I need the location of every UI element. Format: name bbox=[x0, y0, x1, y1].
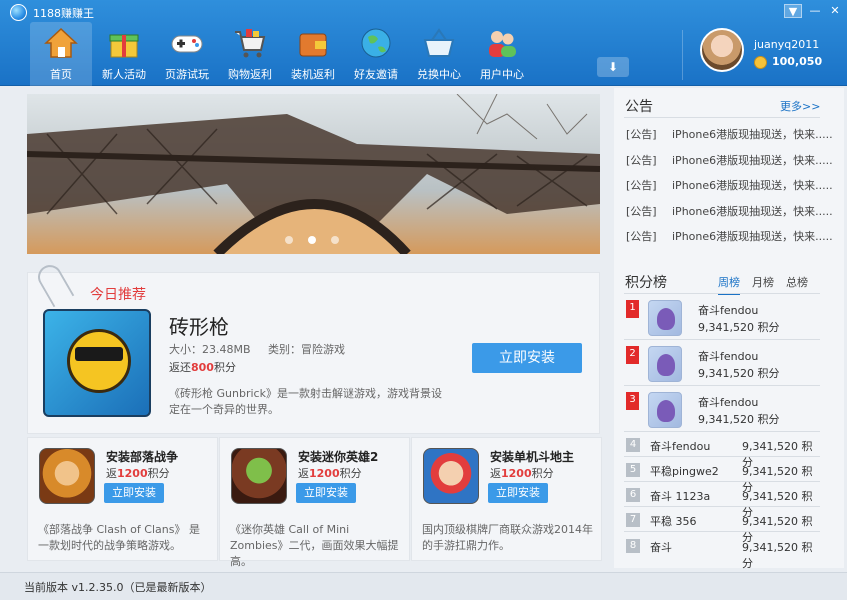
landlord-card-game-icon[interactable] bbox=[423, 448, 479, 504]
tab-monthly[interactable]: 月榜 bbox=[752, 274, 774, 290]
notice-item[interactable]: [公告] iPhone6港版现抽现送，快来..... bbox=[626, 228, 833, 244]
recommend-description: 《砖形枪 Gunbrick》是一款射击解谜游戏，游戏背景设定在一个奇异的世界。 bbox=[169, 387, 442, 416]
notice-item[interactable]: [公告] iPhone6港版现抽现送，快来..... bbox=[626, 203, 833, 219]
menu-dropdown-icon[interactable]: ▼ bbox=[784, 4, 802, 18]
app-title: 1188赚赚王 bbox=[33, 7, 94, 20]
clash-of-clans-icon[interactable] bbox=[39, 448, 95, 504]
nav-new-user[interactable]: 新人活动 bbox=[93, 22, 155, 86]
nav-install-rebate[interactable]: 装机返利 bbox=[282, 22, 344, 86]
cart-icon bbox=[235, 29, 266, 58]
username: juanyq2011 bbox=[754, 38, 820, 51]
rank-row[interactable]: 4 奋斗fendou 9,341,520 积分 bbox=[624, 436, 820, 469]
avatar[interactable] bbox=[700, 28, 744, 72]
coin-icon bbox=[754, 56, 767, 69]
install-landlord-button[interactable]: 立即安装 bbox=[488, 483, 548, 503]
rank-row[interactable]: 7 平稳 356 9,341,520 积分 bbox=[624, 511, 820, 544]
ranking-title: 积分榜 bbox=[625, 275, 667, 291]
banner-dot-3[interactable] bbox=[331, 236, 339, 244]
rank-row[interactable]: 8 奋斗 9,341,520 积分 bbox=[624, 537, 820, 570]
avatar bbox=[648, 392, 682, 428]
notice-item[interactable]: [公告] iPhone6港版现抽现送，快来..... bbox=[626, 177, 833, 193]
notice-item[interactable]: [公告] iPhone6港版现抽现送，快来..... bbox=[626, 126, 833, 142]
coin-balance: 100,050 bbox=[772, 55, 823, 68]
tab-weekly[interactable]: 周榜 bbox=[718, 274, 740, 295]
nav-shopping[interactable]: 购物返利 bbox=[219, 22, 281, 86]
notice-title: 公告 bbox=[625, 99, 653, 115]
eiffel-tower-image bbox=[27, 94, 600, 254]
recommend-install-button[interactable]: 立即安装 bbox=[472, 343, 582, 373]
avatar bbox=[648, 346, 682, 382]
install-mini-heroes-button[interactable]: 立即安装 bbox=[296, 483, 356, 503]
banner-dot-2[interactable] bbox=[308, 236, 316, 244]
house-icon bbox=[44, 27, 78, 58]
avatar bbox=[648, 300, 682, 336]
gift-icon bbox=[109, 34, 139, 58]
header: 1188赚赚王 ▼ — ✕ 首页 新人活动 页游试玩 购物返利 装机返利 好友邀… bbox=[0, 0, 847, 86]
gamepad-icon bbox=[171, 35, 203, 53]
recommend-tag: 今日推荐 bbox=[90, 287, 146, 303]
minimize-icon[interactable]: — bbox=[806, 4, 824, 18]
close-icon[interactable]: ✕ bbox=[826, 4, 844, 18]
recommend-game-category: 类别：冒险游戏 bbox=[268, 343, 345, 356]
user-divider bbox=[682, 30, 683, 80]
rank-row[interactable]: 6 奋斗 1123a 9,341,520 积分 bbox=[624, 486, 820, 519]
game-card-landlord: 安装单机斗地主 返1200积分 立即安装 国内顶级棋牌厂商联众游戏2014年的手… bbox=[411, 437, 602, 561]
gunbrick-game-icon[interactable] bbox=[43, 309, 151, 417]
ranking-divider bbox=[624, 293, 820, 294]
tab-total[interactable]: 总榜 bbox=[786, 274, 808, 290]
install-clash-of-clans-button[interactable]: 立即安装 bbox=[104, 483, 164, 503]
mini-heroes-icon[interactable] bbox=[231, 448, 287, 504]
nav-user-center[interactable]: 用户中心 bbox=[471, 22, 533, 86]
recommend-game-name: 砖形枪 bbox=[169, 315, 229, 339]
wallet-icon bbox=[299, 33, 327, 57]
game-card-clash-of-clans: 安装部落战争 返1200积分 立即安装 《部落战争 Clash of Clans… bbox=[27, 437, 218, 561]
title-bar: 1188赚赚王 ▼ — ✕ bbox=[0, 0, 847, 24]
nav-web-games[interactable]: 页游试玩 bbox=[156, 22, 218, 86]
notice-item[interactable]: [公告] iPhone6港版现抽现送，快来..... bbox=[626, 152, 833, 168]
download-icon: ⬇ bbox=[607, 60, 619, 74]
users-icon bbox=[489, 31, 516, 57]
game-card-mini-heroes: 安装迷你英雄2 返1200积分 立即安装 《迷你英雄 Call of Mini … bbox=[219, 437, 410, 568]
banner-dot-1[interactable] bbox=[285, 236, 293, 244]
basket-icon bbox=[423, 28, 455, 57]
status-bar: 当前版本 v1.2.35.0（已是最新版本） bbox=[0, 572, 847, 600]
rank-row[interactable]: 5 平稳pingwe2 9,341,520 积分 bbox=[624, 461, 820, 494]
download-button[interactable]: ⬇ bbox=[597, 57, 629, 77]
version-status: 当前版本 v1.2.35.0（已是最新版本） bbox=[24, 581, 212, 594]
nav-invite-friends[interactable]: 好友邀请 bbox=[345, 22, 407, 86]
recommend-game-size: 大小：23.48MB bbox=[169, 343, 251, 356]
app-logo-icon bbox=[10, 4, 27, 21]
nav-exchange[interactable]: 兑换中心 bbox=[408, 22, 470, 86]
nav-home[interactable]: 首页 bbox=[30, 22, 92, 86]
recommend-reward: 返还800积分 bbox=[169, 361, 236, 374]
promo-banner[interactable] bbox=[27, 94, 600, 254]
notice-divider bbox=[624, 117, 820, 118]
globe-icon bbox=[361, 28, 391, 58]
notice-more-link[interactable]: 更多>> bbox=[780, 98, 820, 114]
